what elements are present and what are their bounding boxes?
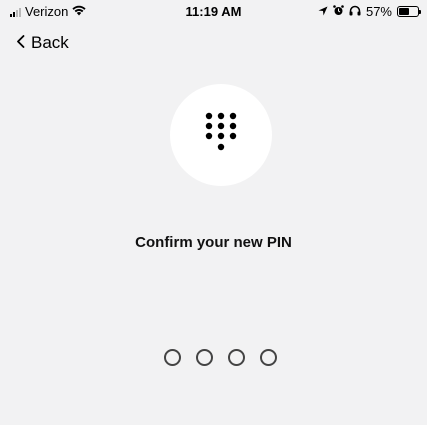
- battery-fill: [399, 8, 410, 15]
- pin-dot: [260, 349, 277, 366]
- back-label: Back: [31, 33, 69, 52]
- chevron-left-icon: [16, 33, 25, 53]
- pin-dots: [0, 349, 427, 366]
- status-right: 57%: [318, 4, 421, 19]
- battery-icon: [397, 6, 421, 17]
- pin-dot: [228, 349, 245, 366]
- keypad-icon: [204, 111, 238, 160]
- keypad-icon-container: [170, 84, 272, 186]
- pin-dot: [164, 349, 181, 366]
- page-title: Confirm your new PIN: [135, 234, 292, 251]
- alarm-icon: [333, 4, 344, 19]
- status-bar: Verizon 11:19 AM 57%: [0, 0, 427, 22]
- back-button[interactable]: Back: [16, 33, 69, 53]
- headphones-icon: [349, 4, 361, 19]
- location-icon: [318, 4, 328, 19]
- battery-percent: 57%: [365, 4, 392, 19]
- pin-dot: [196, 349, 213, 366]
